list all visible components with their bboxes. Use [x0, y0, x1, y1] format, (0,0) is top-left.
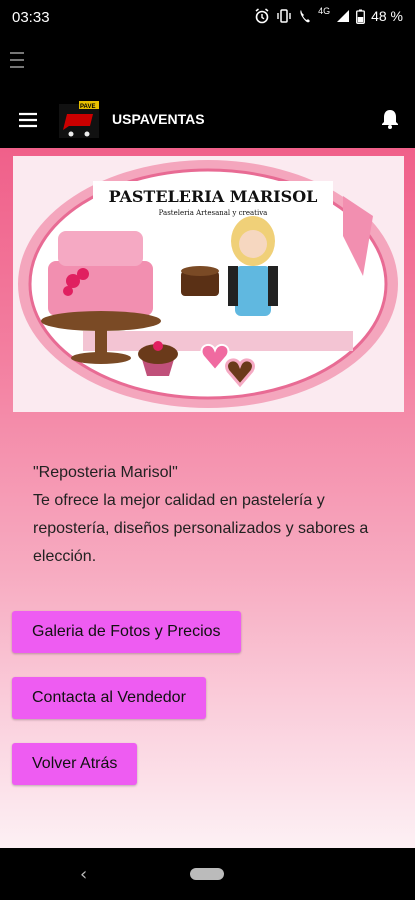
nav-back-icon[interactable]: ‹ — [80, 864, 87, 885]
network-type: 4G — [318, 6, 331, 16]
notification-bell-icon[interactable] — [381, 109, 399, 129]
gallery-button[interactable]: Galeria de Fotos y Precios — [12, 611, 241, 653]
go-back-button[interactable]: Volver Atrás — [12, 743, 138, 785]
overflow-menu-icon[interactable] — [8, 50, 26, 70]
app-title: USPAVENTAS — [112, 111, 205, 127]
wifi-call-icon — [300, 10, 311, 23]
app-bar: PAVE USPAVENTAS — [0, 94, 415, 148]
hamburger-menu-icon[interactable] — [18, 110, 38, 130]
system-menu-bar — [0, 36, 415, 94]
status-time: 03:33 — [12, 9, 50, 26]
navigation-bar: ‹ — [0, 848, 415, 900]
logo-text: PAVE — [80, 104, 95, 110]
nav-home-pill[interactable] — [190, 868, 224, 880]
status-bar: 03:33 4G 48 % — [0, 0, 415, 36]
description-body: Te ofrece la mejor calidad en pastelería… — [33, 492, 369, 565]
battery-percent: 48 % — [371, 8, 403, 24]
description-text: "Reposteria Marisol" Te ofrece la mejor … — [33, 459, 393, 571]
alarm-icon — [255, 8, 269, 24]
vibrate-icon — [277, 9, 291, 23]
banner-title: PASTELERIA MARISOL — [109, 187, 318, 206]
banner-subtitle: Pasteleria Artesanal y creativa — [159, 209, 268, 217]
signal-icon — [337, 10, 350, 22]
status-icons: 4G 48 % — [254, 6, 403, 24]
description-heading: "Reposteria Marisol" — [33, 464, 178, 481]
main-content: PASTELERIA MARISOL Pasteleria Artesanal … — [0, 148, 415, 848]
app-logo: PAVE — [59, 101, 99, 138]
contact-seller-button[interactable]: Contacta al Vendedor — [12, 677, 206, 719]
battery-icon — [356, 9, 366, 24]
bakery-banner-image: PASTELERIA MARISOL Pasteleria Artesanal … — [13, 156, 404, 412]
